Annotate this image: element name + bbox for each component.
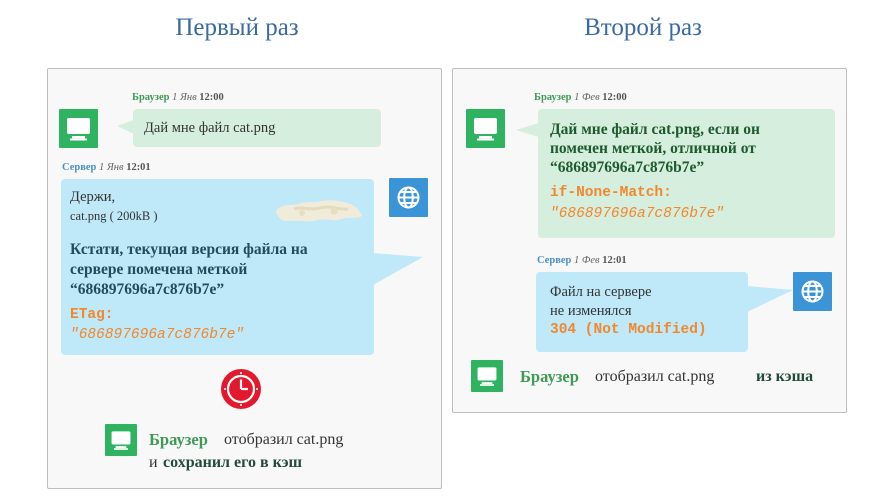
meta-time: 12:00 [199,92,224,103]
version-note-line2: сервере помечена меткой [70,261,248,278]
cat-image [272,189,364,225]
meta-who: Браузер [132,92,170,103]
result-displayed: отобразил cat.png [224,431,344,448]
clock-icon [220,368,262,410]
left-panel: Браузер 1 Янв 12:00 Дай мне файл cat.png… [47,68,442,489]
status-code: 304 (Not Modified) [550,322,707,338]
etag-value: "686897696a7c876b7e" [70,327,245,343]
monitor-icon [59,109,98,148]
meta-date: 1 Фев [574,255,600,266]
meta-date: 1 Янв [99,162,124,173]
meta-date: 1 Фев [574,92,600,103]
conditional-request-bubble: Дай мне файл cat.png, если он помечен ме… [516,109,835,238]
result-browser: Браузер [520,367,579,386]
meta-time: 12:00 [602,92,627,103]
version-note-line1: Кстати, текущая версия файла на [70,241,308,258]
meta-date: 1 Янв [172,92,197,103]
right-panel: Браузер 1 Фев 12:00 Дай мне файл cat.png… [452,68,847,413]
server-meta: Сервер 1 Фев 12:01 [537,255,627,266]
browser-meta: Браузер 1 Фев 12:00 [534,92,627,103]
monitor-icon [466,109,505,148]
result-from-cache: из кэша [756,368,814,385]
meta-time: 12:01 [602,255,627,266]
meta-who: Сервер [62,162,97,173]
request-line2: помечен меткой, отличной от [550,140,756,157]
request-line3: “686897696a7c876b7e” [550,159,705,176]
response-greeting: Держи, [70,189,116,205]
response-file: cat.png ( 200kB ) [70,209,158,223]
meta-time: 12:01 [126,162,151,173]
request-line1: Дай мне файл cat.png, если он [550,121,760,138]
response-line1: Файл на сервере [550,284,652,300]
left-heading: Первый раз [175,14,299,41]
meta-who: Браузер [534,92,572,103]
result-and: и [149,454,158,471]
if-none-match-label: if-None-Match: [550,185,672,201]
monitor-icon [105,424,137,456]
globe-icon [389,178,428,217]
meta-who: Сервер [537,255,572,266]
response-line2: не изменялся [550,303,632,319]
browser-meta: Браузер 1 Янв 12:00 [132,92,224,103]
request-bubble: Дай мне файл cat.png [117,109,381,147]
result-cached: сохранил его в кэш [163,454,303,471]
response-bubble: Держи, cat.png ( 200kB ) Кстати, текущая… [61,179,423,355]
globe-icon [793,272,832,311]
etag-label: ETag: [70,307,114,323]
monitor-icon [471,360,503,392]
if-none-match-value: "686897696a7c876b7e" [550,206,725,222]
not-modified-bubble: Файл на сервере не изменялся 304 (Not Mo… [536,272,793,352]
version-note-line3: “686897696a7c876b7e” [70,281,225,298]
result-displayed: отобразил cat.png [595,368,715,385]
server-meta: Сервер 1 Янв 12:01 [62,162,151,173]
request-text: Дай мне файл cat.png [144,120,276,136]
right-heading: Второй раз [584,14,702,41]
result-browser: Браузер [149,430,208,449]
